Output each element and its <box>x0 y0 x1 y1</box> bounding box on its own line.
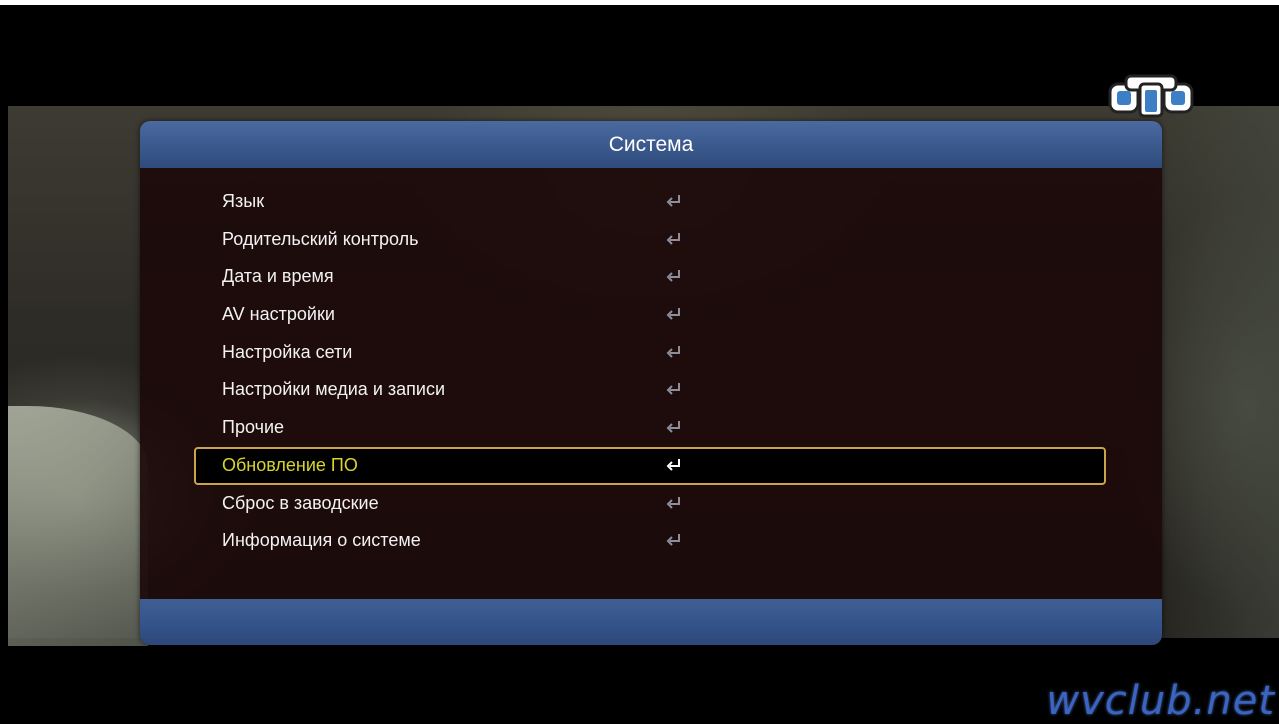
menu-title: Система <box>608 133 694 156</box>
menu-item-label: Язык <box>222 191 265 211</box>
menu-item-label: Родительский контроль <box>222 228 419 249</box>
tv-channel-logo-icon <box>1108 74 1194 118</box>
top-border <box>0 0 1279 5</box>
enter-icon <box>666 496 680 509</box>
menu-item-label: Дата и время <box>222 266 334 287</box>
menu-item-label: Настройка сети <box>222 341 353 362</box>
menu-list: Язык Родительский контроль Дата и время … <box>140 183 1162 560</box>
menu-header: Система <box>140 121 1162 168</box>
menu-item-4[interactable]: AV настройки <box>140 296 1162 334</box>
enter-icon <box>666 308 680 320</box>
enter-icon <box>666 345 680 358</box>
menu-item-label: Прочие <box>222 417 285 438</box>
enter-icon <box>666 458 680 471</box>
menu-item-5[interactable]: Настройка сети <box>140 334 1162 372</box>
system-menu-panel: Система Язык Родительский контроль Дата … <box>140 121 1162 645</box>
menu-item-9[interactable]: Сброс в заводские <box>140 485 1162 523</box>
menu-item-3[interactable]: Дата и время <box>140 258 1162 296</box>
menu-item-2[interactable]: Родительский контроль <box>140 221 1162 259</box>
menu-item-7[interactable]: Прочие <box>140 409 1162 447</box>
enter-icon <box>666 383 680 396</box>
menu-item-1[interactable]: Язык <box>140 183 1162 221</box>
menu-item-label: Сброс в заводские <box>222 492 379 513</box>
menu-item-6[interactable]: Настройки медиа и записи <box>140 371 1162 409</box>
watermark: wvclub.net <box>1046 678 1275 724</box>
menu-item-label: Настройки медиа и записи <box>222 379 445 400</box>
menu-item-label: AV настройки <box>222 304 335 325</box>
menu-item-label: Обновление ПО <box>222 454 358 475</box>
background-pillow <box>8 406 148 646</box>
menu-footer <box>140 599 1162 645</box>
enter-icon <box>666 534 680 546</box>
menu-item-8[interactable]: Обновление ПО <box>194 446 1106 485</box>
tv-screen: Система Язык Родительский контроль Дата … <box>0 0 1279 724</box>
menu-item-label: Информация о системе <box>222 530 421 551</box>
background-shade <box>1149 106 1279 638</box>
enter-icon <box>666 195 680 207</box>
enter-icon <box>666 270 680 283</box>
enter-icon <box>666 421 680 433</box>
enter-icon <box>666 232 680 245</box>
menu-item-10[interactable]: Информация о системе <box>140 522 1162 560</box>
